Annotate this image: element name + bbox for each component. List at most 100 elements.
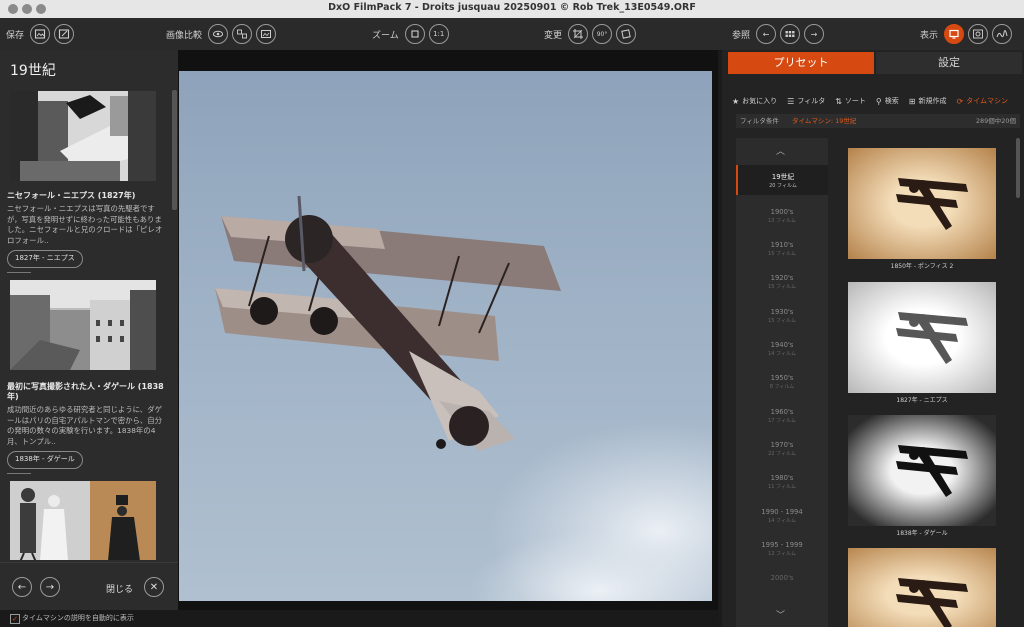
transform-group: 変更 90° xyxy=(544,22,638,46)
zoom-fit-button[interactable] xyxy=(404,24,425,44)
era-count: 22 フィルム xyxy=(768,451,796,457)
era-item-1900s[interactable]: 1900's 13 フィルム xyxy=(736,208,828,224)
prev-entry-button[interactable]: ← xyxy=(12,577,32,597)
era-item-19th-century[interactable]: 19世紀 20 フィルム xyxy=(736,165,828,195)
zoom-100-button[interactable]: 1:1 xyxy=(428,24,449,44)
era-count: 15 フィルム xyxy=(768,284,796,290)
crop-button[interactable] xyxy=(568,24,589,44)
era-item-2000s[interactable]: 2000's xyxy=(736,574,828,582)
auto-show-checkbox[interactable]: ✓ xyxy=(10,614,20,624)
preset-thumbnail[interactable] xyxy=(848,282,996,393)
era-list: ︿ 19世紀 20 フィルム 1900's 13 フィルム 1910's 15 フィ… xyxy=(736,138,828,627)
era-item-1970s[interactable]: 1970's 22 フィルム xyxy=(736,441,828,457)
era-item-1930s[interactable]: 1930's 15 フィルム xyxy=(736,308,828,324)
chevron-down-icon[interactable]: ﹀ xyxy=(776,608,785,621)
compare-split-button[interactable] xyxy=(232,24,253,44)
entry-heading: 最初に写真撮影された人・ダゲール (1838年) xyxy=(7,382,164,401)
era-name: 1910's xyxy=(770,241,794,249)
sort-tool[interactable]: ⇅ ソート xyxy=(835,96,866,106)
filter-condition-label: フィルタ条件 xyxy=(740,117,779,125)
fullscreen-button[interactable] xyxy=(944,24,965,44)
era-item-1990-1994[interactable]: 1990 - 1994 14 フィルム xyxy=(736,508,828,524)
era-item-1940s[interactable]: 1940's 14 フィルム xyxy=(736,341,828,357)
era-count: 17 フィルム xyxy=(768,418,796,424)
filter-status-bar: フィルタ条件 タイムマシン: 19世紀 289個中20個 xyxy=(736,114,1020,128)
rotate-button[interactable]: 90° xyxy=(592,24,613,44)
loupe-button[interactable] xyxy=(968,24,989,44)
era-item-1910s[interactable]: 1910's 15 フィルム xyxy=(736,241,828,257)
fullscreen-icon xyxy=(949,29,959,39)
entry-heading: ニセフォール・ニエプス (1827年) xyxy=(7,191,136,200)
save-icon xyxy=(34,29,46,39)
description-scroll-area[interactable]: ニセフォール・ニエプス (1827年) ニセフォール・ニエプスは写真の先駆者です… xyxy=(0,88,172,560)
star-icon: ★ xyxy=(732,96,740,106)
preset-thumbnail[interactable] xyxy=(848,148,996,259)
portraits-photo xyxy=(10,481,156,560)
entry-preset-pill[interactable]: 1838年 - ダゲール xyxy=(7,451,83,469)
era-name: 1980's xyxy=(770,474,794,482)
preset-thumbnail[interactable] xyxy=(848,548,996,627)
era-item-1950s[interactable]: 1950's 8 フィルム xyxy=(736,374,828,390)
era-count: 15 フィルム xyxy=(768,318,796,324)
favorites-tool[interactable]: ★ お気に入り xyxy=(732,96,777,106)
compare-group: 画像比較 xyxy=(166,22,278,46)
chevron-up-icon[interactable]: ︿ xyxy=(776,144,785,157)
fit-icon xyxy=(411,30,419,38)
biplane-photo xyxy=(215,195,712,601)
description-scrollbar[interactable] xyxy=(172,90,177,210)
zoom-100-label: 1:1 xyxy=(433,30,445,38)
preset-thumbnails: 1850年 - ポンフィス 2 1827年 - ニエプス 1838年 - ダゲー… xyxy=(834,138,1014,627)
image-viewer[interactable] xyxy=(178,50,718,610)
era-count: 20 フィルム xyxy=(769,183,797,189)
main-photo xyxy=(179,71,712,601)
close-label: 閉じる xyxy=(106,585,134,595)
filter-label: フィルタ xyxy=(797,97,826,105)
export-button[interactable] xyxy=(54,24,75,44)
save-button[interactable] xyxy=(30,24,51,44)
search-tool[interactable]: ⚲ 検索 xyxy=(876,96,899,106)
era-item-1980s[interactable]: 1980's 11 フィルム xyxy=(736,474,828,490)
display-label: 表示 xyxy=(920,30,939,41)
time-machine-tool[interactable]: ⟳ タイムマシン xyxy=(956,96,1008,106)
favorites-label: お気に入り xyxy=(742,97,778,105)
close-panel-button[interactable]: ✕ xyxy=(144,577,164,597)
era-name: 1995 - 1999 xyxy=(761,541,803,549)
entry-separator xyxy=(7,473,31,474)
filter-condition-value: タイムマシン: 19世紀 xyxy=(792,117,857,125)
prev-image-button[interactable]: ← xyxy=(756,24,777,44)
prev-icon: ← xyxy=(762,29,770,39)
era-item-1995-1999[interactable]: 1995 - 1999 12 フィルム xyxy=(736,541,828,557)
era-item-1960s[interactable]: 1960's 17 フィルム xyxy=(736,408,828,424)
era-name: 2000's xyxy=(770,574,794,582)
era-name: 1950's xyxy=(770,374,794,382)
compare-label: 画像比較 xyxy=(166,30,203,41)
compare-eye-button[interactable] xyxy=(208,24,229,44)
new-preset-tool[interactable]: ⊞ 新規作成 xyxy=(909,96,947,106)
next-image-button[interactable]: → xyxy=(804,24,825,44)
presets-scrollbar[interactable] xyxy=(1016,138,1020,198)
entry-preset-pill[interactable]: 1827年 - ニエプス xyxy=(7,250,83,268)
zoom-label: ズーム xyxy=(372,30,399,41)
sort-label: ソート xyxy=(844,97,866,105)
main-toolbar: 保存 画像比較 ズーム 1:1 変更 90° 参照 ← → 表示 xyxy=(0,18,1024,51)
straighten-button[interactable] xyxy=(616,24,637,44)
auto-show-label: タイムマシンの説明を自動的に表示 xyxy=(22,614,134,622)
era-name: 1970's xyxy=(770,441,794,449)
next-entry-button[interactable]: → xyxy=(40,577,60,597)
filter-tool[interactable]: ☰ フィルタ xyxy=(787,96,825,106)
tab-settings[interactable]: 設定 xyxy=(876,52,1022,74)
tab-presets[interactable]: プリセット xyxy=(728,52,874,74)
era-item-1920s[interactable]: 1920's 15 フィルム xyxy=(736,274,828,290)
era-count: 14 フィルム xyxy=(768,351,796,357)
era-count: 11 フィルム xyxy=(768,484,796,490)
window-titlebar: DxO FilmPack 7 - Droits jusquau 20250901… xyxy=(0,0,1024,19)
grid-view-button[interactable] xyxy=(780,24,801,44)
era-name: 1920's xyxy=(770,274,794,282)
histogram-icon xyxy=(996,30,1008,38)
preset-thumbnail[interactable] xyxy=(848,415,996,526)
era-count: 13 フィルム xyxy=(768,218,796,224)
histogram-button[interactable] xyxy=(992,24,1013,44)
new-preset-icon: ⊞ xyxy=(908,96,916,106)
compare-side-button[interactable] xyxy=(256,24,277,44)
preset-caption: 1827年 - ニエプス xyxy=(896,397,948,404)
